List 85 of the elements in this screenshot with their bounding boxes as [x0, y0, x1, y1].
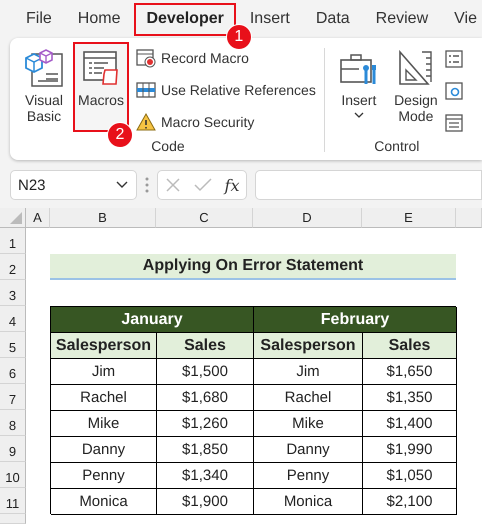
ribbon-button[interactable] — [444, 114, 463, 132]
table-cell: $2,100 — [363, 489, 457, 515]
table-cell: Monica — [51, 489, 157, 515]
group-label: Code — [151, 138, 185, 154]
ribbon-button[interactable]: Design Mode — [388, 42, 444, 132]
row-header[interactable]: 1 — [0, 228, 26, 254]
ribbon-tab[interactable]: Developer — [134, 2, 236, 36]
column-header[interactable]: B — [50, 208, 156, 228]
table-cell: Danny — [254, 437, 363, 463]
enter-icon[interactable] — [194, 178, 212, 192]
drag-handle-icon[interactable] — [145, 177, 149, 193]
callout-badge: 2 — [107, 122, 133, 148]
table-header-cell: January — [51, 307, 254, 333]
row-header[interactable]: 2 — [0, 254, 26, 280]
table-cell: $1,900 — [157, 489, 254, 515]
warning-icon — [136, 112, 156, 132]
row-header[interactable]: 3 — [0, 280, 26, 306]
row-header[interactable]: 8 — [0, 410, 26, 436]
table-cell: Mike — [254, 411, 363, 437]
row-header[interactable]: 9 — [0, 436, 26, 462]
table-cell: Penny — [51, 463, 157, 489]
title-cell: Applying On Error Statement — [50, 254, 456, 280]
table-cell: $1,340 — [157, 463, 254, 489]
name-box[interactable]: N23 — [10, 170, 137, 200]
column-header[interactable]: E — [362, 208, 456, 228]
ribbon-button[interactable] — [444, 82, 463, 100]
row-header[interactable]: 6 — [0, 358, 26, 384]
column-header[interactable]: D — [253, 208, 362, 228]
table-header-cell: February — [254, 307, 457, 333]
table-icon — [444, 114, 463, 132]
table-cell: Rachel — [51, 385, 157, 411]
record-icon — [136, 48, 156, 68]
table-cell: $1,990 — [363, 437, 457, 463]
table-cell: Jim — [51, 359, 157, 385]
ribbon-tab[interactable]: Data — [304, 2, 362, 36]
ribbon-tab[interactable]: File — [14, 2, 64, 36]
table-cell: $1,400 — [363, 411, 457, 437]
callout-badge: 1 — [226, 24, 252, 50]
list-icon — [444, 50, 463, 68]
row-header[interactable]: 5 — [0, 332, 26, 358]
ribbon-button[interactable]: Visual Basic — [16, 42, 72, 132]
ribbon-tab[interactable]: Home — [66, 2, 132, 36]
table-cell: Jim — [254, 359, 363, 385]
corner-triangle-icon — [10, 212, 22, 224]
table-cell: $1,680 — [157, 385, 254, 411]
row-header[interactable]: 4 — [0, 306, 26, 332]
insert-function-button[interactable]: fx — [224, 176, 240, 194]
dropdown-icon — [116, 181, 128, 189]
magnifier-window-icon — [444, 82, 463, 100]
table-cell: $1,260 — [157, 411, 254, 437]
row-header[interactable] — [0, 514, 26, 524]
row-header[interactable]: 11 — [0, 488, 26, 514]
table-cell: Danny — [51, 437, 157, 463]
row-header[interactable]: 7 — [0, 384, 26, 410]
ribbon-tab[interactable]: Vie — [442, 2, 482, 36]
ribbon-button[interactable]: Macro Security — [132, 106, 320, 138]
table-header-cell: Sales — [157, 333, 254, 359]
row-header[interactable]: 10 — [0, 462, 26, 488]
ribbon-tab[interactable]: Review — [364, 2, 440, 36]
table-cell: Mike — [51, 411, 157, 437]
grid-icon — [136, 80, 156, 100]
table-header-cell: Sales — [363, 333, 457, 359]
table-header-cell: Salesperson — [51, 333, 157, 359]
table-cell: $1,350 — [363, 385, 457, 411]
cancel-icon[interactable] — [164, 177, 180, 193]
column-header[interactable]: C — [156, 208, 253, 228]
formula-input[interactable] — [255, 170, 482, 200]
group-label: Control — [374, 138, 420, 154]
cubes-form-icon — [24, 48, 64, 88]
ribbon-button[interactable]: Insert — [330, 42, 387, 132]
table-header-cell: Salesperson — [254, 333, 363, 359]
caret-icon — [354, 112, 364, 118]
table-cell: Penny — [254, 463, 363, 489]
macro-window-icon — [81, 48, 121, 88]
ribbon-button[interactable]: Use Relative References — [132, 74, 320, 106]
select-all-corner[interactable] — [0, 208, 26, 228]
table-cell: $1,650 — [363, 359, 457, 385]
table-cell: Rachel — [254, 385, 363, 411]
table-cell: $1,850 — [157, 437, 254, 463]
column-header[interactable] — [456, 208, 482, 228]
table-cell: $1,050 — [363, 463, 457, 489]
table-cell: Monica — [254, 489, 363, 515]
column-header[interactable]: A — [26, 208, 50, 228]
table-cell: $1,500 — [157, 359, 254, 385]
ribbon-button[interactable] — [444, 50, 463, 68]
